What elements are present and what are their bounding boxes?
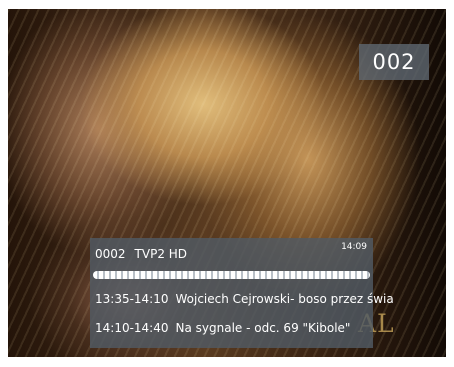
current-event-time: 13:35-14:10 [95, 292, 169, 306]
current-event: 13:35-14:10 Wojciech Cejrowski- boso prze… [95, 292, 394, 306]
channel-number-display: 002 [359, 44, 429, 80]
program-progress-fill [93, 271, 370, 279]
program-progress-bar [93, 271, 370, 279]
channel-info-bar: 0002 TVP2 HD 14:09 13:35-14:10 Wojciech Ce… [90, 238, 394, 348]
next-event-title: Na sygnale - odc. 69 "Kibole" [175, 321, 351, 335]
next-event: 14:10-14:40 Na sygnale - odc. 69 "Kibole" [95, 321, 350, 335]
clock: 14:09 [341, 242, 367, 252]
channel-id: 0002 [95, 247, 126, 261]
next-event-time: 14:10-14:40 [95, 321, 169, 335]
channel-name: TVP2 HD [134, 247, 188, 261]
tv-video-frame: 002 AL 0002 TVP2 HD 14:09 13:35-14:10 Wojc… [8, 9, 446, 357]
current-event-title: Wojciech Cejrowski- boso przez świa [175, 292, 394, 306]
channel-header: 0002 TVP2 HD [95, 247, 187, 261]
